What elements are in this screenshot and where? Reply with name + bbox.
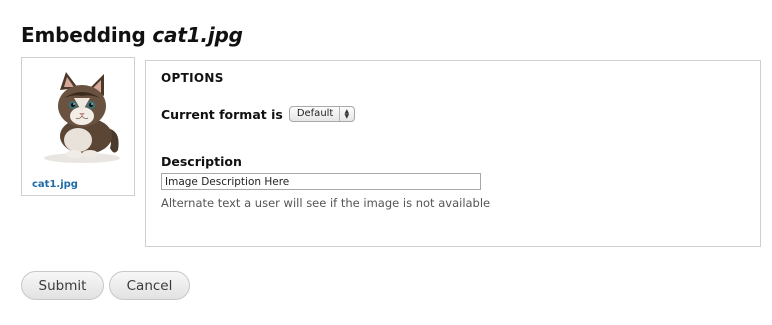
- description-label: Description: [161, 154, 242, 169]
- description-help-text: Alternate text a user will see if the im…: [161, 196, 491, 210]
- embed-dialog: Embedding cat1.jpg cat1.jpg OPTIONS Curr…: [0, 0, 772, 325]
- thumbnail-filename-link[interactable]: cat1.jpg: [32, 179, 78, 190]
- format-select-value: Default: [296, 108, 334, 119]
- title-prefix: Embedding: [21, 23, 146, 47]
- format-select[interactable]: Default ▲ ▼: [288, 106, 355, 122]
- options-legend: OPTIONS: [161, 71, 224, 85]
- select-arrows-icon: ▲ ▼: [338, 107, 354, 121]
- format-row: Current format is Default ▲ ▼: [161, 106, 355, 122]
- format-label: Current format is: [161, 106, 283, 122]
- options-fieldset: OPTIONS Current format is Default ▲ ▼ Des…: [145, 60, 761, 247]
- thumbnail-panel: cat1.jpg: [21, 57, 135, 196]
- submit-button[interactable]: Submit: [21, 271, 104, 300]
- page-title: Embedding cat1.jpg: [21, 23, 243, 47]
- kitten-thumbnail-image[interactable]: [30, 68, 126, 168]
- cancel-button[interactable]: Cancel: [109, 271, 190, 300]
- title-filename: cat1.jpg: [152, 23, 243, 47]
- description-input[interactable]: [161, 173, 481, 190]
